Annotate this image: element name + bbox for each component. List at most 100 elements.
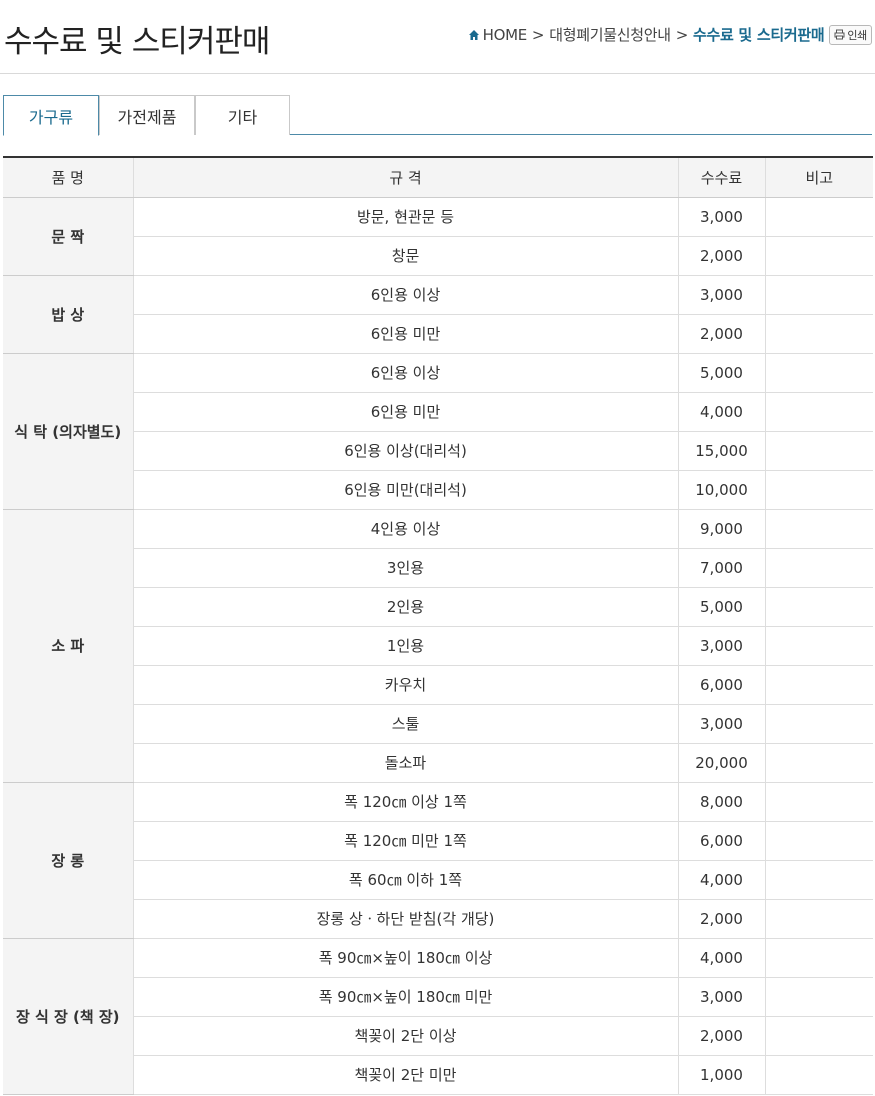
spec-cell: 폭 120㎝ 이상 1쪽 bbox=[132, 782, 678, 822]
page-title: 수수료 및 스티커판매 bbox=[4, 24, 270, 60]
note-cell bbox=[764, 1016, 873, 1056]
note-cell bbox=[764, 938, 873, 978]
fee-cell: 15,000 bbox=[677, 431, 765, 471]
fee-cell: 3,000 bbox=[677, 977, 765, 1017]
table-row: 폭 60㎝ 이하 1쪽 4,000 bbox=[3, 860, 873, 900]
breadcrumb-current: 수수료 및 스티커판매 bbox=[693, 26, 825, 44]
header-note: 비고 bbox=[764, 156, 873, 198]
print-label: 인쇄 bbox=[847, 28, 867, 42]
fee-cell: 4,000 bbox=[677, 392, 765, 432]
note-cell bbox=[764, 587, 873, 627]
note-cell bbox=[764, 782, 873, 822]
note-cell bbox=[764, 704, 873, 744]
fee-cell: 5,000 bbox=[677, 353, 765, 393]
note-cell bbox=[764, 548, 873, 588]
note-cell bbox=[764, 197, 873, 237]
spec-cell: 6인용 이상(대리석) bbox=[132, 431, 678, 471]
note-cell bbox=[764, 275, 873, 315]
printer-icon bbox=[834, 29, 845, 40]
note-cell bbox=[764, 743, 873, 783]
spec-cell: 방문, 현관문 등 bbox=[132, 197, 678, 237]
breadcrumb-parent-link[interactable]: 대형폐기물신청안내 bbox=[549, 24, 671, 45]
spec-cell: 장롱 상ㆍ하단 받침(각 개당) bbox=[132, 899, 678, 939]
spec-cell: 카우치 bbox=[132, 665, 678, 705]
spec-cell: 6인용 미만 bbox=[132, 314, 678, 354]
spec-cell: 3인용 bbox=[132, 548, 678, 588]
table-row: 식 탁 (의자별도) 6인용 이상 5,000 bbox=[3, 353, 873, 510]
item-name-cell: 식 탁 (의자별도) bbox=[3, 353, 133, 510]
spec-cell: 폭 90㎝×높이 180㎝ 미만 bbox=[132, 977, 678, 1017]
spec-cell: 폭 120㎝ 미만 1쪽 bbox=[132, 821, 678, 861]
tab-furniture[interactable]: 가구류 bbox=[3, 95, 99, 136]
fee-cell: 2,000 bbox=[677, 1016, 765, 1056]
fee-table: 품 명 규 격 수수료 비고 문 짝 방문, 현관문 등 3,000 창문 2,000 밥… bbox=[3, 156, 873, 1095]
table-row: 폭 120㎝ 미만 1쪽 6,000 bbox=[3, 821, 873, 861]
spec-cell: 6인용 이상 bbox=[132, 353, 678, 393]
home-icon bbox=[468, 29, 479, 40]
fee-cell: 10,000 bbox=[677, 470, 765, 510]
note-cell bbox=[764, 509, 873, 549]
spec-cell: 돌소파 bbox=[132, 743, 678, 783]
item-name-cell: 장 식 장 (책 장) bbox=[3, 938, 133, 1095]
print-button[interactable]: 인쇄 bbox=[829, 24, 872, 45]
fee-cell: 3,000 bbox=[677, 626, 765, 666]
table-row: 6인용 미만(대리석) 10,000 bbox=[3, 470, 873, 510]
fee-cell: 1,000 bbox=[677, 1055, 765, 1095]
breadcrumb-home-link[interactable]: HOME bbox=[483, 26, 528, 44]
fee-cell: 3,000 bbox=[677, 275, 765, 315]
header-item-name: 품 명 bbox=[3, 156, 133, 198]
table-row: 6인용 이상(대리석) 15,000 bbox=[3, 431, 873, 471]
item-name-cell: 소 파 bbox=[3, 509, 133, 783]
category-tabs: 가구류 가전제품 기타 bbox=[3, 95, 872, 136]
table-row: 장 식 장 (책 장) 폭 90㎝×높이 180㎝ 이상 4,000 bbox=[3, 938, 873, 1095]
spec-cell: 2인용 bbox=[132, 587, 678, 627]
note-cell bbox=[764, 977, 873, 1017]
tab-other[interactable]: 기타 bbox=[195, 95, 290, 135]
spec-cell: 6인용 미만 bbox=[132, 392, 678, 432]
table-row: 돌소파 20,000 bbox=[3, 743, 873, 783]
table-row: 장 롱폭 120㎝ 이상 1쪽 8,000 bbox=[3, 782, 873, 939]
tab-appliances[interactable]: 가전제품 bbox=[99, 95, 195, 135]
spec-cell: 스툴 bbox=[132, 704, 678, 744]
breadcrumb-separator: > bbox=[531, 25, 545, 44]
spec-cell: 창문 bbox=[132, 236, 678, 276]
note-cell bbox=[764, 626, 873, 666]
note-cell bbox=[764, 860, 873, 900]
fee-cell: 2,000 bbox=[677, 314, 765, 354]
spec-cell: 4인용 이상 bbox=[132, 509, 678, 549]
spec-cell: 폭 90㎝×높이 180㎝ 이상 bbox=[132, 938, 678, 978]
fee-cell: 8,000 bbox=[677, 782, 765, 822]
table-row: 창문 2,000 bbox=[3, 236, 873, 276]
table-row: 밥 상 6인용 이상 3,000 bbox=[3, 275, 873, 354]
table-row: 2인용 5,000 bbox=[3, 587, 873, 627]
note-cell bbox=[764, 1055, 873, 1095]
spec-cell: 1인용 bbox=[132, 626, 678, 666]
breadcrumb-separator: > bbox=[675, 25, 689, 44]
table-header-row: 품 명 규 격 수수료 비고 bbox=[3, 156, 873, 198]
fee-cell: 3,000 bbox=[677, 197, 765, 237]
spec-cell: 책꽂이 2단 이상 bbox=[132, 1016, 678, 1056]
table-row: 6인용 미만 4,000 bbox=[3, 392, 873, 432]
table-row: 6인용 미만 2,000 bbox=[3, 314, 873, 354]
spec-cell: 6인용 이상 bbox=[132, 275, 678, 315]
fee-cell: 20,000 bbox=[677, 743, 765, 783]
table-body: 문 짝 방문, 현관문 등 3,000 창문 2,000 밥 상 6인용 이상 3,000 6인… bbox=[3, 197, 873, 1095]
fee-cell: 3,000 bbox=[677, 704, 765, 744]
table-row: 장롱 상ㆍ하단 받침(각 개당) 2,000 bbox=[3, 899, 873, 939]
fee-cell: 4,000 bbox=[677, 938, 765, 978]
header-spec: 규 격 bbox=[132, 156, 678, 198]
note-cell bbox=[764, 353, 873, 393]
table-row: 문 짝 방문, 현관문 등 3,000 bbox=[3, 197, 873, 276]
table-row: 책꽂이 2단 미만 1,000 bbox=[3, 1055, 873, 1095]
fee-cell: 6,000 bbox=[677, 821, 765, 861]
fee-cell: 4,000 bbox=[677, 860, 765, 900]
table-row: 3인용 7,000 bbox=[3, 548, 873, 588]
fee-cell: 6,000 bbox=[677, 665, 765, 705]
note-cell bbox=[764, 236, 873, 276]
note-cell bbox=[764, 470, 873, 510]
table-row: 소 파 4인용 이상 9,000 bbox=[3, 509, 873, 783]
breadcrumb: HOME > 대형폐기물신청안내 > 수수료 및 스티커판매 인쇄 bbox=[468, 24, 872, 45]
note-cell bbox=[764, 392, 873, 432]
fee-cell: 5,000 bbox=[677, 587, 765, 627]
note-cell bbox=[764, 821, 873, 861]
